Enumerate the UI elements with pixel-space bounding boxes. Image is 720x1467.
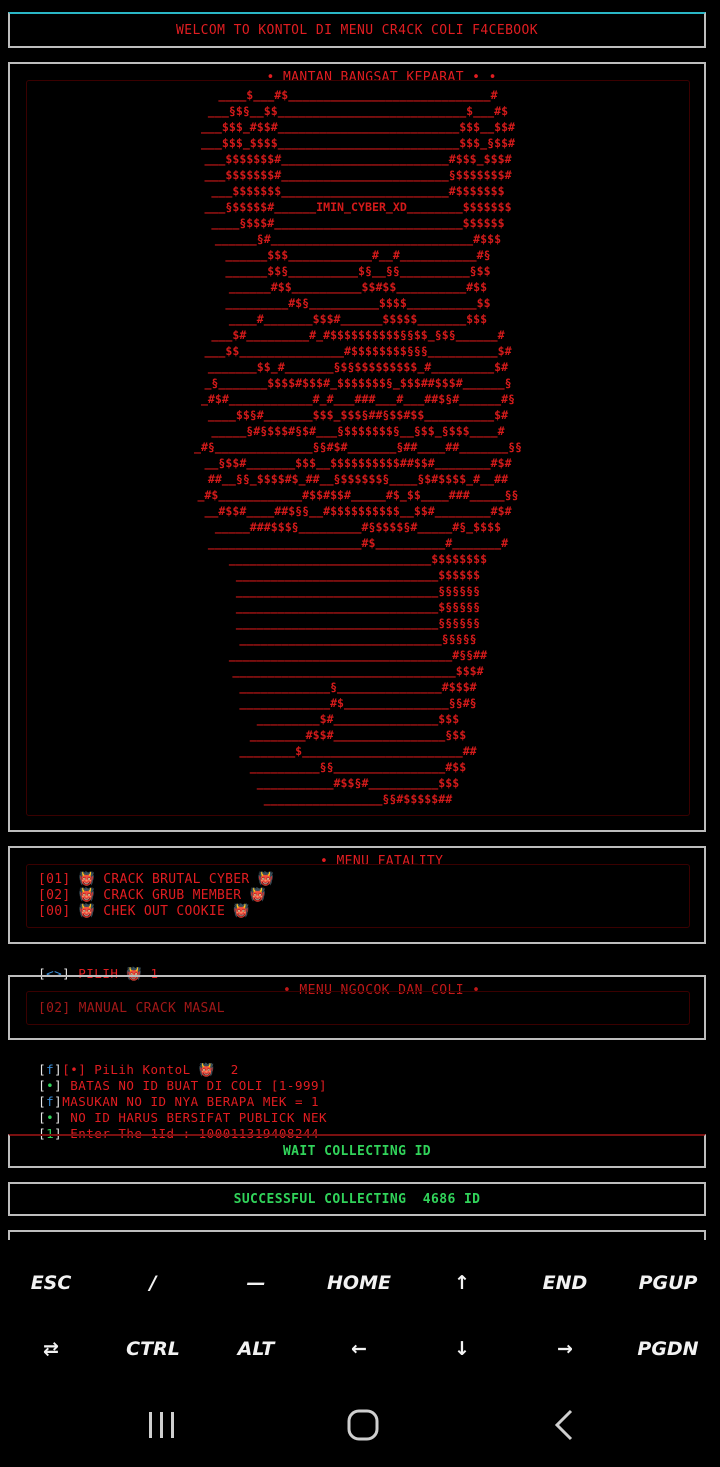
key-up[interactable]: ↑ — [411, 1250, 513, 1316]
key-ctrl[interactable]: CTRL — [102, 1316, 204, 1382]
key-end[interactable]: END — [514, 1250, 616, 1316]
recents-button[interactable] — [132, 1404, 192, 1448]
menu-item-01: [01] 👹 CRACK BRUTAL CYBER 👹 — [38, 872, 275, 887]
key-dash[interactable]: — — [205, 1250, 307, 1316]
key-pgup[interactable]: PGUP — [617, 1250, 719, 1316]
key-esc[interactable]: ESC — [0, 1250, 102, 1316]
status-wait-text: WAIT COLLECTING ID — [282, 1144, 432, 1159]
key-pgdn[interactable]: PGDN — [617, 1316, 719, 1382]
home-button[interactable] — [333, 1404, 393, 1448]
art-panel: • MANTAN BANGSAT KEPARAT • • ____$___#$_… — [8, 62, 706, 832]
title-text: WELCOM TO KONTOL DI MENU CR4CK COLI F4CE… — [176, 23, 538, 38]
key-down[interactable]: ↓ — [411, 1316, 513, 1382]
submenu-panel: • MENU NGOCOK DAN COLI • [02] MANUAL CRA… — [8, 975, 706, 1040]
key-left[interactable]: ← — [308, 1316, 410, 1382]
extra-keys-bar: ESC / — HOME ↑ END PGUP ⇄ CTRL ALT ← ↓ →… — [0, 1248, 720, 1382]
status-success-box: SUCCESSFUL COLLECTING 4686 ID — [8, 1182, 706, 1216]
art-inner-frame: ____$___#$_____________________________#… — [26, 80, 690, 816]
next-box-edge — [8, 1230, 706, 1240]
android-nav-bar — [0, 1384, 720, 1467]
menu-item-02: [02] 👹 CRACK GRUB MEMBER 👹 — [38, 888, 267, 903]
key-home[interactable]: HOME — [308, 1250, 410, 1316]
title-banner: WELCOM TO KONTOL DI MENU CR4CK COLI F4CE… — [8, 12, 706, 48]
menu-panel: • MENU FATALITY [01] 👹 CRACK BRUTAL CYBE… — [8, 846, 706, 944]
back-button[interactable] — [535, 1404, 595, 1448]
status-wait-box: WAIT COLLECTING ID — [8, 1134, 706, 1168]
home-icon — [347, 1409, 379, 1441]
terminal-view[interactable]: WELCOM TO KONTOL DI MENU CR4CK COLI F4CE… — [0, 0, 720, 1240]
key-slash[interactable]: / — [102, 1250, 204, 1316]
key-tab[interactable]: ⇄ — [0, 1316, 102, 1382]
menu-item-00: [00] 👹 CHEK OUT COOKIE 👹 — [38, 904, 250, 919]
key-right[interactable]: → — [514, 1316, 616, 1382]
key-alt[interactable]: ALT — [205, 1316, 307, 1382]
recents-icon — [149, 1412, 174, 1438]
ascii-art: ____$___#$_____________________________#… — [193, 88, 523, 806]
status-success-text: SUCCESSFUL COLLECTING 4686 ID — [233, 1192, 481, 1207]
back-icon — [554, 1409, 573, 1441]
submenu-item: [02] MANUAL CRACK MASAL — [38, 1001, 225, 1016]
